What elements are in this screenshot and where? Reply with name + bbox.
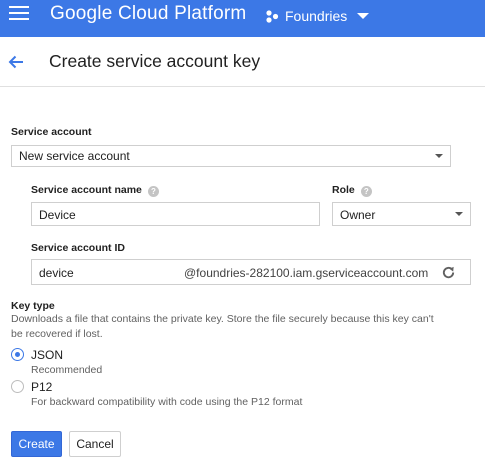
service-account-id-value: device — [39, 266, 74, 280]
menu-icon[interactable] — [9, 6, 29, 22]
key-type-description-line1: Downloads a file that contains the priva… — [11, 313, 434, 325]
role-select[interactable]: Owner — [332, 202, 471, 226]
role-value: Owner — [340, 208, 376, 222]
refresh-icon[interactable] — [441, 265, 456, 280]
project-selector[interactable]: Foundries — [265, 5, 370, 27]
p12-radio[interactable] — [11, 380, 24, 393]
project-dots-icon — [266, 10, 279, 23]
page-title: Create service account key — [49, 51, 261, 71]
key-type-label: Key type — [11, 300, 55, 312]
product-title[interactable]: Google Cloud Platform — [50, 3, 246, 25]
service-account-label: Service account — [11, 126, 92, 138]
service-account-name-label: Service account name? — [31, 184, 159, 197]
p12-option-sub: For backward compatibility with code usi… — [31, 396, 303, 408]
key-type-description-line2: be recovered if lost. — [11, 328, 103, 340]
role-label-text: Role — [332, 184, 355, 196]
help-icon[interactable]: ? — [147, 186, 159, 197]
p12-option-label[interactable]: P12 — [31, 380, 52, 394]
dropdown-arrow-icon — [435, 154, 443, 158]
cancel-button[interactable]: Cancel — [69, 431, 121, 457]
json-radio[interactable] — [11, 348, 24, 361]
json-option-sub: Recommended — [31, 364, 103, 376]
dropdown-arrow-icon — [455, 212, 463, 216]
top-app-bar: Google Cloud Platform Foundries — [0, 0, 485, 37]
create-button[interactable]: Create — [11, 431, 62, 457]
service-account-id-suffix: @foundries-282100.iam.gserviceaccount.co… — [184, 266, 429, 280]
service-account-name-label-text: Service account name — [31, 184, 142, 196]
service-account-name-value: Device — [39, 208, 76, 222]
service-account-select[interactable]: New service account — [11, 145, 451, 167]
service-account-value: New service account — [19, 149, 130, 163]
key-type-description: Downloads a file that contains the priva… — [11, 312, 481, 342]
chevron-down-icon — [357, 13, 370, 19]
service-account-id-input[interactable]: device @foundries-282100.iam.gserviceacc… — [31, 259, 471, 285]
page-header: Create service account key — [0, 37, 485, 87]
service-account-name-input[interactable]: Device — [31, 202, 320, 226]
role-label: Role? — [332, 184, 372, 197]
json-option-label[interactable]: JSON — [31, 348, 63, 362]
back-arrow-icon[interactable] — [6, 52, 26, 72]
service-account-id-label: Service account ID — [31, 242, 125, 254]
help-icon[interactable]: ? — [360, 186, 372, 197]
project-name: Foundries — [285, 8, 348, 24]
